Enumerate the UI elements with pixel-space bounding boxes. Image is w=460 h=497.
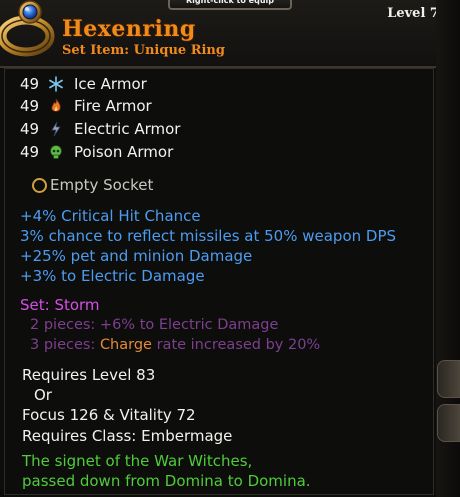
armor-value: 49 bbox=[20, 143, 40, 161]
set-bonus-3: 3 pieces: Charge rate increased by 20% bbox=[30, 337, 320, 353]
snowflake-icon bbox=[49, 76, 63, 92]
flavor-text-line: The signet of the War Witches, bbox=[22, 452, 253, 470]
equip-hint: Right-click to equip bbox=[168, 0, 292, 10]
armor-label: Fire Armor bbox=[74, 97, 152, 115]
set-bonus-3-prefix: 3 pieces: bbox=[30, 337, 100, 353]
set-bonus-3-charge: Charge bbox=[99, 337, 152, 353]
flavor-text-line: passed down from Domina to Domina. bbox=[22, 472, 311, 490]
armor-label: Electric Armor bbox=[74, 120, 181, 138]
armor-row-ice: 49 Ice Armor bbox=[20, 74, 147, 94]
armor-row-electric: 49 Electric Armor bbox=[20, 119, 180, 139]
stat-line: +4% Critical Hit Chance bbox=[20, 207, 201, 225]
background-scroll-knob bbox=[437, 404, 460, 442]
item-name: Hexenring bbox=[62, 16, 196, 42]
ring-icon bbox=[0, 0, 55, 57]
armor-label: Ice Armor bbox=[74, 75, 147, 93]
requirement-or: Or bbox=[34, 386, 52, 404]
socket-ring-icon bbox=[32, 177, 47, 193]
armor-row-poison: 49 Poison Armor bbox=[20, 142, 173, 162]
flame-icon bbox=[51, 98, 61, 112]
requirement-stats: Focus 126 & Vitality 72 bbox=[22, 406, 196, 424]
lightning-icon bbox=[51, 121, 61, 137]
requirement-level: Requires Level 83 bbox=[22, 366, 156, 384]
armor-value: 49 bbox=[20, 120, 40, 138]
stat-line: 3% chance to reflect missiles at 50% wea… bbox=[20, 227, 397, 245]
set-bonus-2: 2 pieces: +6% to Electric Damage bbox=[30, 317, 279, 333]
set-bonus-3-suffix: rate increased by 20% bbox=[151, 337, 321, 353]
armor-row-fire: 49 Fire Armor bbox=[20, 96, 152, 116]
armor-label: Poison Armor bbox=[74, 143, 174, 161]
item-tooltip: Hexenring Set Item: Unique Ring Level 75… bbox=[0, 0, 460, 497]
skull-icon bbox=[50, 145, 62, 159]
requirement-class: Requires Class: Embermage bbox=[22, 427, 233, 445]
armor-value: 49 bbox=[20, 97, 40, 115]
tooltip-header: Hexenring Set Item: Unique Ring Level 75 bbox=[0, 0, 460, 68]
stat-line: +25% pet and minion Damage bbox=[20, 247, 253, 265]
item-type: Set Item: Unique Ring bbox=[62, 43, 225, 58]
empty-socket: Empty Socket bbox=[32, 176, 153, 194]
socket-label: Empty Socket bbox=[50, 176, 154, 194]
set-name: Set: Storm bbox=[20, 296, 100, 314]
stat-line: +3% to Electric Damage bbox=[20, 267, 205, 285]
armor-value: 49 bbox=[20, 75, 40, 93]
background-scroll-knob bbox=[437, 360, 460, 398]
